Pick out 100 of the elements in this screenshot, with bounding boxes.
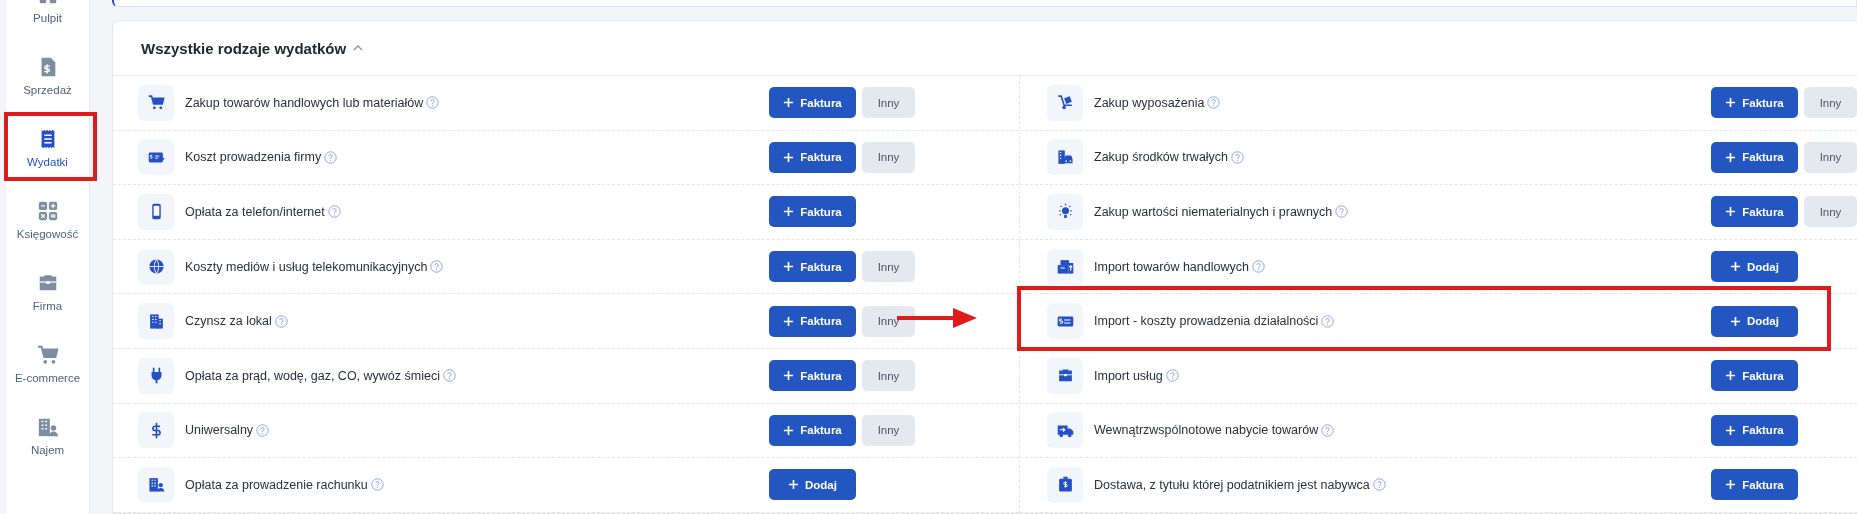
help-icon[interactable] (1165, 369, 1179, 383)
category-label: Uniwersalny (185, 423, 254, 438)
category-label: Import - koszty prowadzenia działalności (1094, 314, 1319, 329)
other-button[interactable]: Inny (862, 141, 915, 173)
sidebar-item[interactable]: Sprzedaż (6, 40, 89, 112)
category-icon (138, 466, 174, 503)
add-button[interactable]: Faktura (1711, 196, 1798, 228)
sidebar-item[interactable]: Wydatki (6, 112, 89, 184)
add-button[interactable]: Faktura (769, 141, 856, 173)
building-icon (36, 416, 59, 438)
category-label: Opłata za prąd, wodę, gaz, CO, wywóz śmieci (185, 368, 440, 383)
help-icon[interactable] (430, 260, 444, 274)
plus-icon (783, 370, 795, 382)
plus-icon (1725, 370, 1737, 382)
other-button[interactable]: Inny (1804, 87, 1857, 119)
category-icon (1047, 139, 1083, 176)
category-label: Import towarów handlowych (1094, 259, 1249, 274)
plus-icon (783, 151, 795, 163)
category-label: Zakup wartości niematerialnych i prawnych (1094, 205, 1333, 219)
add-button[interactable]: Faktura (769, 305, 856, 337)
category-icon (138, 303, 174, 340)
category-label: Koszt prowadzenia firmy (185, 150, 322, 165)
category-icon (1047, 84, 1083, 121)
category-icon (138, 357, 174, 394)
category-label: Opłata za telefon/internet (185, 205, 325, 219)
plus-icon (1725, 151, 1737, 163)
help-icon[interactable] (1321, 423, 1335, 437)
help-icon[interactable] (442, 369, 456, 383)
category-label: Koszty mediów i usług telekomunikacyjnych (185, 259, 428, 274)
sidebar-item[interactable]: E-commerce (6, 328, 89, 400)
plus-icon (788, 479, 799, 491)
other-button[interactable]: Inny (862, 360, 915, 392)
help-icon[interactable] (1321, 314, 1335, 328)
category-icon (138, 194, 174, 230)
plus-icon (783, 206, 795, 218)
add-button[interactable]: Dodaj (1711, 305, 1798, 337)
category-label: Dostawa, z tytułu której podatnikiem jest nabywca (1094, 477, 1370, 492)
add-button[interactable]: Faktura (769, 360, 856, 392)
help-icon[interactable] (370, 478, 384, 492)
category-icon (1047, 357, 1083, 394)
plus-icon (783, 261, 795, 273)
other-button[interactable]: Inny (862, 87, 915, 119)
category-label: Czynsz za lokal (185, 314, 272, 329)
add-button[interactable]: Faktura (769, 414, 856, 446)
help-icon[interactable] (327, 205, 341, 219)
category-icon (1047, 412, 1083, 449)
help-icon[interactable] (1251, 260, 1265, 274)
plus-icon (1725, 479, 1737, 491)
plus-icon (783, 97, 795, 109)
plus-icon (1730, 261, 1741, 273)
plus-icon (783, 315, 795, 327)
category-label: Zakup towarów handlowych lub materiałów (185, 95, 424, 110)
add-button[interactable]: Faktura (769, 87, 856, 119)
category-icon (138, 84, 174, 121)
add-button[interactable]: Faktura (769, 251, 856, 283)
help-icon[interactable] (274, 314, 288, 328)
sidebar-item[interactable]: Pulpit (6, 0, 89, 40)
add-button[interactable]: Faktura (1711, 141, 1798, 173)
other-button[interactable]: Inny (1804, 141, 1857, 173)
category-label: Opłata za prowadzenie rachunku (185, 477, 368, 492)
cart-icon (36, 344, 59, 366)
help-icon[interactable] (256, 423, 270, 437)
plus-icon (1730, 315, 1741, 327)
add-button[interactable]: Faktura (1711, 360, 1798, 392)
plus-icon (783, 424, 795, 436)
help-icon[interactable] (324, 150, 338, 164)
plus-icon (1725, 206, 1737, 218)
category-icon (1047, 303, 1083, 340)
plus-icon (1725, 424, 1737, 436)
category-icon (138, 412, 174, 449)
category-label: Zakup środków trwałych (1094, 150, 1229, 165)
add-button[interactable]: Faktura (769, 196, 856, 228)
help-icon[interactable] (1207, 96, 1221, 110)
sidebar-item[interactable]: Najem (6, 400, 89, 472)
help-icon[interactable] (1231, 150, 1245, 164)
add-button[interactable]: Dodaj (769, 469, 856, 501)
other-button[interactable]: Inny (1804, 196, 1857, 228)
category-icon (138, 248, 174, 285)
add-button[interactable]: Dodaj (1711, 251, 1798, 283)
help-icon[interactable] (1372, 478, 1386, 492)
category-icon (1047, 248, 1083, 285)
add-button[interactable]: Faktura (1711, 414, 1798, 446)
section-title: Wszystkie rodzaje wydatków (141, 39, 347, 57)
category-label: Wewnątrzwspólnotowe nabycie towarów (1094, 423, 1319, 438)
category-label: Import usług (1094, 368, 1163, 383)
other-button[interactable]: Inny (862, 305, 915, 337)
add-button[interactable]: Faktura (1711, 469, 1798, 501)
category-icon (1047, 466, 1083, 503)
other-button[interactable]: Inny (862, 414, 915, 446)
sidebar-item[interactable]: Księgowość (6, 184, 89, 256)
help-icon[interactable] (426, 96, 440, 110)
category-label: Zakup wyposażenia (1094, 95, 1205, 110)
calculator-icon (36, 200, 59, 222)
add-button[interactable]: Faktura (1711, 87, 1798, 119)
category-icon (138, 139, 174, 176)
other-button[interactable]: Inny (862, 251, 915, 283)
sidebar-item[interactable]: Firma (6, 256, 89, 328)
category-icon (1047, 194, 1083, 230)
help-icon[interactable] (1335, 205, 1349, 219)
plus-icon (1725, 97, 1737, 109)
